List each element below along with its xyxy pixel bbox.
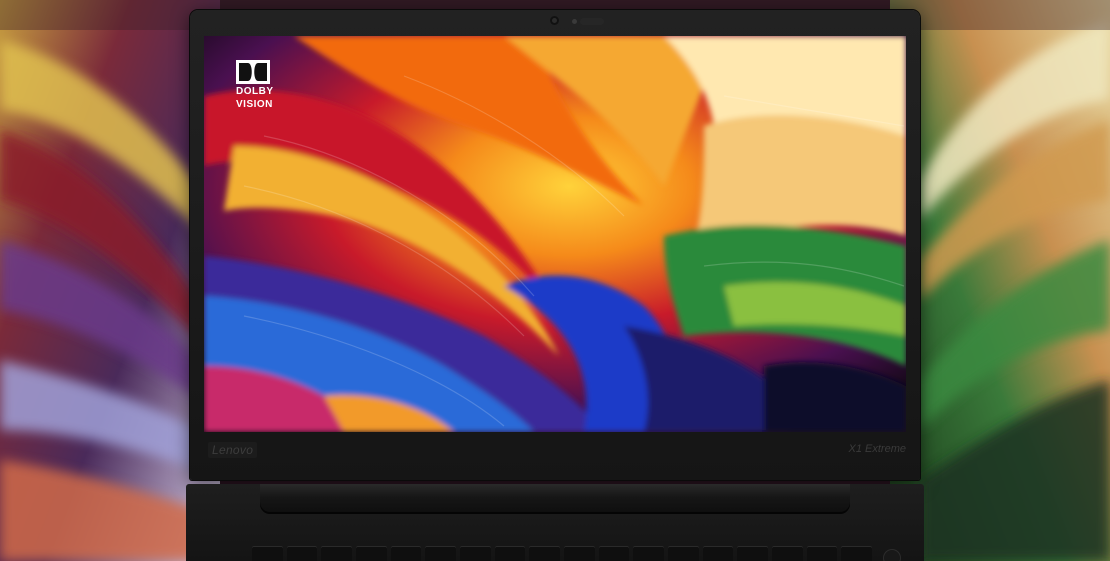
keyboard-key <box>702 546 734 561</box>
dolby-text: DOLBY <box>236 86 274 97</box>
keyboard-key <box>564 546 595 561</box>
laptop: DOLBY VISION Lenovo X1 Extreme <box>186 10 924 561</box>
keyboard-key <box>806 546 838 561</box>
keyboard-key <box>321 546 353 561</box>
keyboard-key <box>286 546 318 561</box>
keyboard-key <box>460 546 491 561</box>
webcam-icon <box>550 16 559 25</box>
keyboard-key <box>737 546 769 561</box>
keyboard-key <box>772 546 803 561</box>
dolby-double-d-icon <box>236 60 270 84</box>
laptop-lid: DOLBY VISION Lenovo X1 Extreme <box>190 10 920 480</box>
keyboard-key <box>356 546 387 561</box>
keyboard-key <box>668 546 699 561</box>
hinge <box>260 484 850 514</box>
keyboard-key <box>529 546 561 561</box>
vision-text: VISION <box>236 99 273 110</box>
keyboard-key <box>425 546 457 561</box>
brand-logo: Lenovo <box>208 442 258 458</box>
keyboard-key <box>390 546 422 561</box>
product-hero: DOLBY VISION Lenovo X1 Extreme <box>0 0 1110 561</box>
keyboard-key <box>494 546 526 561</box>
keyboard-key <box>841 546 873 561</box>
keyboard-key <box>598 546 630 561</box>
laptop-base <box>186 484 924 561</box>
display-screen: DOLBY VISION <box>204 36 906 432</box>
camera-shutter <box>580 18 604 25</box>
keyboard-key <box>252 546 283 561</box>
dolby-vision-badge: DOLBY VISION <box>236 60 280 110</box>
power-button-icon <box>884 550 900 561</box>
keyboard-key <box>633 546 665 561</box>
sensor-icon <box>572 19 577 24</box>
keyboard-row <box>252 546 873 561</box>
screen-wallpaper <box>204 36 906 432</box>
model-label: X1 Extreme <box>848 443 906 455</box>
